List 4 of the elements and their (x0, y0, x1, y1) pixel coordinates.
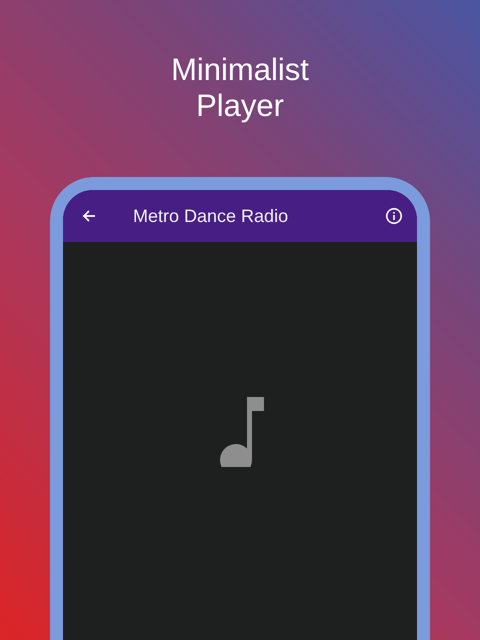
app-bar-title: Metro Dance Radio (133, 206, 290, 226)
info-icon[interactable] (385, 207, 403, 225)
headline: Minimalist Player (170, 52, 310, 124)
back-icon[interactable] (81, 208, 97, 224)
